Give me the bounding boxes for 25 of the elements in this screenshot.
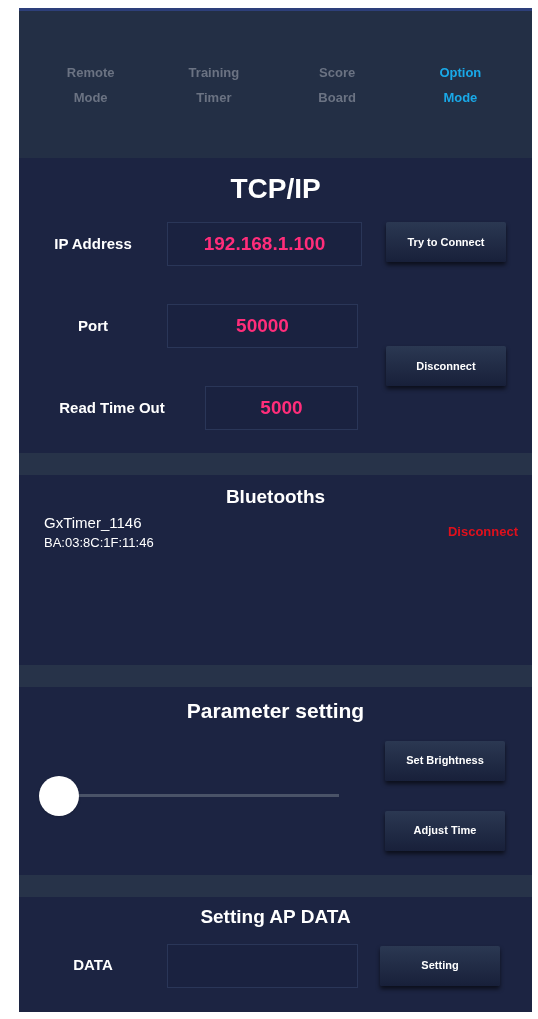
input-field[interactable]: 192.168.1.100	[167, 222, 362, 266]
field-label: Port	[77, 315, 109, 336]
button[interactable]: Try to Connect	[386, 222, 506, 262]
field-label: DATA	[72, 955, 114, 976]
field-label: IP Address	[53, 233, 133, 254]
input-field[interactable]: 5000	[205, 386, 358, 430]
setting-button[interactable]: Setting	[380, 945, 500, 986]
section-title: Setting AP DATA	[200, 905, 351, 929]
field-label: Read Time Out	[58, 397, 166, 418]
device-name: GxTimer_1146	[44, 512, 143, 533]
section-title: Bluetooths	[225, 485, 326, 509]
slider-thumb[interactable]	[39, 775, 79, 816]
tab[interactable]: Training Timer	[182, 59, 245, 110]
input-field[interactable]: 50000	[167, 304, 358, 348]
button[interactable]: Set Brightness	[385, 740, 505, 781]
tab[interactable]: Remote Mode	[59, 59, 122, 110]
tab[interactable]: Score Board	[306, 59, 369, 110]
disconnect-link[interactable]: Disconnect	[447, 521, 518, 542]
button[interactable]: Adjust Time	[385, 810, 505, 851]
section-title: TCP/IP	[230, 172, 321, 206]
input-field[interactable]	[167, 943, 358, 988]
tab[interactable]: Option Mode	[429, 59, 492, 110]
section-title: Parameter setting	[186, 698, 365, 724]
button[interactable]: Disconnect	[386, 346, 506, 386]
device-address: BA:03:8C:1F:11:46	[44, 533, 155, 552]
